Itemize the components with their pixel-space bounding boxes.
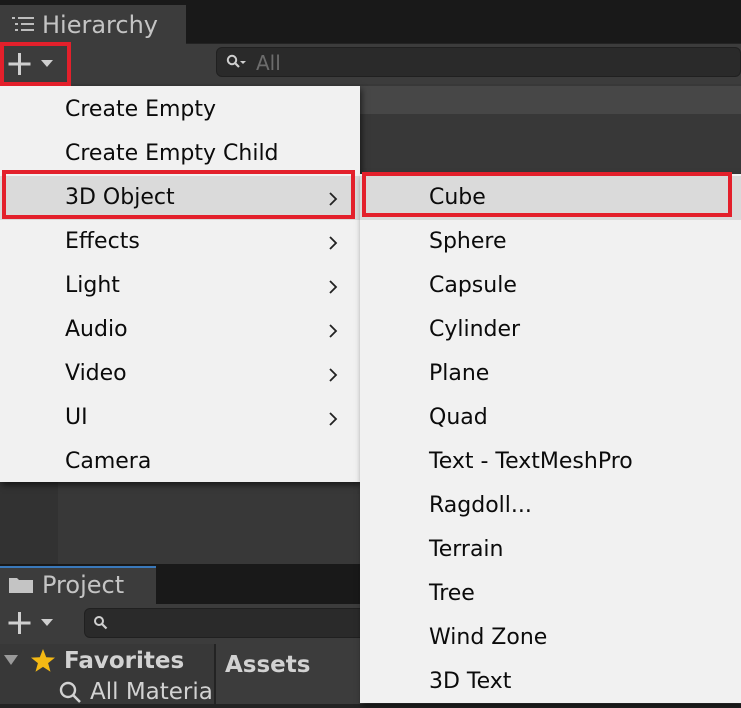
menu-item-create-empty-child[interactable]: Create Empty Child (0, 132, 360, 176)
submenu-item-label: Wind Zone (429, 625, 548, 650)
submenu-item-capsule[interactable]: Capsule (360, 264, 741, 308)
3d-object-submenu: Cube Sphere Capsule Cylinder Plane Quad Text -… (360, 174, 741, 703)
submenu-item-label: 3D Text (429, 669, 512, 694)
submenu-item-label: Cube (429, 185, 486, 210)
menu-item-label: Light (65, 273, 120, 298)
search-icon (226, 54, 246, 68)
submenu-item-terrain[interactable]: Terrain (360, 528, 741, 572)
all-materials-item[interactable]: All Materia (90, 676, 213, 708)
search-icon (94, 616, 108, 630)
chevron-right-icon (328, 235, 338, 250)
submenu-item-label: Sphere (429, 229, 507, 254)
hierarchy-tab-title: Hierarchy (42, 11, 159, 39)
hierarchy-scene-row[interactable] (360, 86, 741, 114)
submenu-item-cylinder[interactable]: Cylinder (360, 308, 741, 352)
menu-item-3d-object[interactable]: 3D Object (0, 176, 360, 220)
submenu-item-label: Terrain (429, 537, 504, 562)
submenu-item-text-textmeshpro[interactable]: Text - TextMeshPro (360, 440, 741, 484)
menu-item-audio[interactable]: Audio (0, 308, 360, 352)
star-icon (31, 649, 55, 672)
create-menu: Create Empty Create Empty Child 3D Object E… (0, 86, 360, 482)
submenu-item-sphere[interactable]: Sphere (360, 220, 741, 264)
menu-item-create-empty[interactable]: Create Empty (0, 88, 360, 132)
submenu-item-ragdoll[interactable]: Ragdoll... (360, 484, 741, 528)
chevron-right-icon (328, 411, 338, 426)
submenu-item-label: Quad (429, 405, 488, 430)
menu-item-ui[interactable]: UI (0, 396, 360, 440)
submenu-item-label: Plane (429, 361, 490, 386)
submenu-item-tree[interactable]: Tree (360, 572, 741, 616)
submenu-item-label: Text - TextMeshPro (429, 449, 633, 474)
menu-item-effects[interactable]: Effects (0, 220, 360, 264)
folder-icon (9, 578, 33, 593)
menu-item-label: Create Empty (65, 97, 217, 122)
menu-item-label: UI (65, 405, 88, 430)
assets-breadcrumb[interactable]: Assets (225, 648, 310, 682)
project-create-button[interactable] (7, 609, 59, 637)
submenu-item-label: Tree (429, 581, 475, 606)
menu-item-label: Audio (65, 317, 128, 342)
submenu-item-wind-zone[interactable]: Wind Zone (360, 616, 741, 660)
foldout-arrow-icon[interactable] (3, 653, 19, 667)
hierarchy-search-placeholder: All (256, 51, 281, 75)
chevron-right-icon (328, 323, 338, 338)
submenu-item-cube[interactable]: Cube (360, 176, 741, 220)
search-icon (59, 681, 81, 703)
hierarchy-list-icon (12, 17, 34, 31)
menu-item-label: Effects (65, 229, 140, 254)
submenu-item-label: Cylinder (429, 317, 521, 342)
menu-item-label: Create Empty Child (65, 141, 279, 166)
submenu-item-3d-text[interactable]: 3D Text (360, 660, 741, 704)
chevron-right-icon (328, 367, 338, 382)
chevron-right-icon (328, 279, 338, 294)
create-dropdown-button[interactable] (7, 50, 59, 78)
menu-item-light[interactable]: Light (0, 264, 360, 308)
menu-item-label: 3D Object (65, 185, 175, 210)
favorites-label[interactable]: Favorites (64, 645, 184, 677)
submenu-item-plane[interactable]: Plane (360, 352, 741, 396)
project-search-input[interactable] (84, 608, 384, 638)
submenu-item-quad[interactable]: Quad (360, 396, 741, 440)
chevron-right-icon (328, 191, 338, 206)
hierarchy-search-input[interactable] (216, 47, 741, 77)
menu-item-label: Video (65, 361, 127, 386)
menu-item-video[interactable]: Video (0, 352, 360, 396)
submenu-item-label: Capsule (429, 273, 517, 298)
menu-item-camera[interactable]: Camera (0, 440, 360, 484)
menu-item-label: Camera (65, 449, 152, 474)
submenu-item-label: Ragdoll... (429, 493, 532, 518)
project-tab-title: Project (42, 571, 125, 599)
